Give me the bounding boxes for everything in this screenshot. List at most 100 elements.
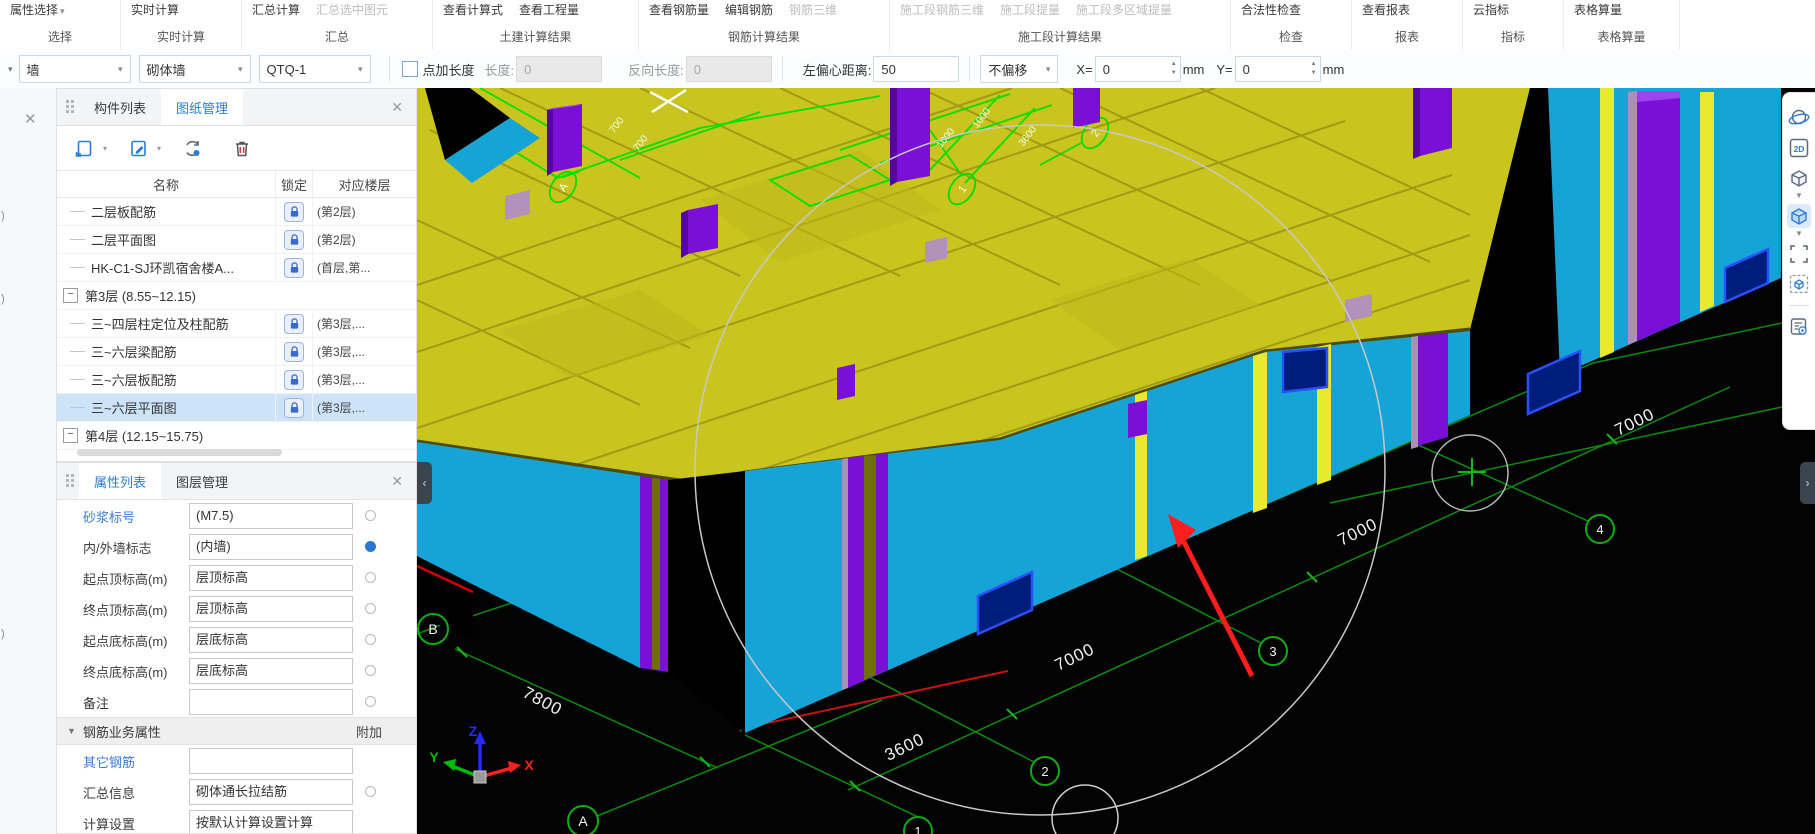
lock-icon[interactable] bbox=[284, 229, 304, 250]
table-row[interactable]: 二层平面图 (第2层) bbox=[57, 226, 416, 254]
element-name-dropdown[interactable]: QTQ-1 ▾ bbox=[258, 55, 371, 83]
ribbon-group-select: 属性选择 ▾ 选择 bbox=[0, 0, 121, 50]
attribute-select-button[interactable]: 属性选择 ▾ bbox=[10, 1, 65, 18]
view-report-button[interactable]: 查看报表 bbox=[1362, 1, 1410, 18]
table-group-row[interactable]: − 第4层 (12.15~15.75) bbox=[57, 422, 416, 450]
collapse-minus-icon[interactable]: − bbox=[63, 428, 78, 443]
legality-check-button[interactable]: 合法性检查 bbox=[1241, 1, 1301, 18]
property-group-header[interactable]: ▼ 钢筋业务属性 附加 bbox=[57, 717, 416, 745]
property-value-input[interactable]: 层顶标高 bbox=[189, 565, 353, 591]
summary-calc-button[interactable]: 汇总计算 bbox=[252, 1, 300, 18]
ribbon-group-check: 合法性检查 检查 bbox=[1231, 0, 1352, 50]
point-add-length-checkbox[interactable] bbox=[401, 61, 418, 77]
tab-drawing-management[interactable]: 图纸管理 bbox=[161, 89, 244, 125]
tree-line bbox=[70, 323, 85, 324]
x-offset-input[interactable]: 0 ▲ ▼ bbox=[1094, 56, 1181, 82]
close-icon[interactable]: ✕ bbox=[378, 89, 416, 125]
offset-mode-dropdown[interactable]: 不偏移 ▾ bbox=[980, 55, 1059, 83]
attach-label: 附加 bbox=[355, 724, 382, 740]
axis-bubble-1: 1 bbox=[914, 824, 921, 834]
lock-icon[interactable] bbox=[284, 341, 304, 362]
element-subtype-dropdown[interactable]: 砌体墙 ▾ bbox=[138, 55, 251, 83]
cloud-index-button[interactable]: 云指标 bbox=[1473, 1, 1509, 18]
close-icon[interactable]: ✕ bbox=[378, 463, 416, 499]
tree-line bbox=[70, 379, 85, 380]
property-row: 计算设置 按默认计算设置计算 bbox=[57, 807, 416, 833]
radio-off-icon[interactable] bbox=[365, 634, 376, 645]
table-row[interactable]: HK-C1-SJ环凯宿舍楼A... (首层,第... bbox=[57, 254, 416, 282]
spinner-arrows-icon[interactable]: ▲ ▼ bbox=[1311, 60, 1317, 78]
radio-off-icon[interactable] bbox=[365, 603, 376, 614]
collapse-minus-icon[interactable]: − bbox=[63, 288, 78, 303]
lock-icon[interactable] bbox=[284, 201, 304, 222]
table-group-row[interactable]: − 第3层 (8.55~12.15) bbox=[57, 282, 416, 310]
realtime-calc-button[interactable]: 实时计算 bbox=[131, 1, 179, 18]
left-offset-input[interactable]: 50 bbox=[873, 56, 960, 82]
property-value-input[interactable]: 砌体通长拉结筋 bbox=[189, 779, 353, 805]
lock-icon[interactable] bbox=[284, 313, 304, 334]
radio-off-icon[interactable] bbox=[365, 665, 376, 676]
property-value-input[interactable]: (内墙) bbox=[189, 534, 353, 560]
table-row-selected[interactable]: 三~六层平面图 (第3层,... bbox=[57, 394, 416, 422]
table-calc-button[interactable]: 表格算量 bbox=[1574, 1, 1622, 18]
table-row[interactable]: 二层板配筋 (第2层) bbox=[57, 198, 416, 226]
ribbon-group-summary: 汇总计算 汇总选中图元 汇总 bbox=[242, 0, 433, 50]
table-row[interactable]: 三~四层柱定位及柱配筋 (第3层,... bbox=[57, 310, 416, 338]
property-value-input[interactable] bbox=[189, 689, 353, 715]
panel-collapse-left[interactable]: ‹ bbox=[417, 462, 432, 504]
spinner-arrows-icon[interactable]: ▲ ▼ bbox=[1171, 60, 1177, 78]
radio-on-icon[interactable] bbox=[365, 541, 376, 552]
radio-off-icon[interactable] bbox=[365, 696, 376, 707]
edit-rebar-button[interactable]: 编辑钢筋 bbox=[725, 1, 773, 18]
properties-panel: 属性列表 图层管理 ✕ 砂浆标号 (M7.5) 内/外墙标志 (内墙) 起点顶标… bbox=[56, 462, 417, 834]
3d-wireframe-view-button[interactable] bbox=[1787, 166, 1811, 190]
ribbon-group-label: 检查 bbox=[1278, 30, 1303, 44]
lock-icon[interactable] bbox=[284, 257, 304, 278]
chevron-down-icon[interactable]: ▼ bbox=[1795, 192, 1803, 200]
display-settings-button[interactable] bbox=[1787, 315, 1811, 339]
delete-drawing-button[interactable] bbox=[229, 135, 255, 161]
chevron-down-icon[interactable]: ▾ bbox=[97, 144, 113, 153]
convert-drawing-button[interactable] bbox=[179, 135, 205, 161]
chevron-down-icon[interactable]: ▾ bbox=[151, 144, 167, 153]
model-3d-scene: A 1 2 700 700 1000 1000 3600 B A 1 2 3 4… bbox=[417, 88, 1815, 834]
table-row[interactable]: 三~六层梁配筋 (第3层,... bbox=[57, 338, 416, 366]
view-quantity-button[interactable]: 查看工程量 bbox=[519, 1, 579, 18]
property-value-input[interactable]: (M7.5) bbox=[189, 503, 353, 529]
horizontal-scrollbar[interactable] bbox=[77, 449, 282, 456]
dock-caret-icon[interactable]: ▾ bbox=[0, 64, 19, 75]
property-value-input[interactable]: 层顶标高 bbox=[189, 596, 353, 622]
ribbon-group-label: 汇总 bbox=[324, 30, 349, 44]
tab-component-list[interactable]: 构件列表 bbox=[79, 89, 161, 125]
tab-property-list[interactable]: 属性列表 bbox=[79, 463, 162, 499]
tab-layer-management[interactable]: 图层管理 bbox=[161, 463, 243, 499]
view-formula-button[interactable]: 查看计算式 bbox=[443, 1, 503, 18]
lock-icon[interactable] bbox=[284, 369, 304, 390]
add-drawing-button[interactable] bbox=[71, 135, 97, 161]
element-type-dropdown[interactable]: 墙 ▾ bbox=[18, 55, 131, 83]
panel-collapse-right[interactable]: › bbox=[1800, 462, 1815, 504]
close-icon[interactable]: ✕ bbox=[24, 110, 56, 128]
edit-drawing-button[interactable] bbox=[125, 135, 151, 161]
property-value-input[interactable]: 层底标高 bbox=[189, 658, 353, 684]
model-viewport[interactable]: A 1 2 700 700 1000 1000 3600 B A 1 2 3 4… bbox=[417, 88, 1815, 834]
divider bbox=[1789, 305, 1809, 306]
orbit-view-button[interactable] bbox=[1787, 106, 1811, 130]
drag-handle-icon[interactable] bbox=[57, 89, 79, 125]
radio-off-icon[interactable] bbox=[365, 786, 376, 797]
y-offset-input[interactable]: 0 ▲ ▼ bbox=[1234, 56, 1321, 82]
table-row[interactable]: 三~六层板配筋 (第3层,... bbox=[57, 366, 416, 394]
chevron-down-icon[interactable]: ▼ bbox=[1795, 230, 1803, 238]
property-value-input[interactable]: 按默认计算设置计算 bbox=[189, 810, 353, 833]
lock-icon[interactable] bbox=[284, 397, 304, 418]
radio-off-icon[interactable] bbox=[365, 572, 376, 583]
zoom-extents-button[interactable] bbox=[1787, 242, 1811, 266]
property-value-input[interactable]: 层底标高 bbox=[189, 627, 353, 653]
local-3d-view-button[interactable] bbox=[1787, 272, 1811, 296]
3d-solid-view-button[interactable] bbox=[1787, 204, 1811, 228]
drag-handle-icon[interactable] bbox=[57, 463, 79, 499]
view-rebar-button[interactable]: 查看钢筋量 bbox=[649, 1, 709, 18]
property-value-input[interactable] bbox=[189, 748, 353, 774]
2d-view-button[interactable]: 2D bbox=[1787, 136, 1811, 160]
radio-off-icon[interactable] bbox=[365, 510, 376, 521]
